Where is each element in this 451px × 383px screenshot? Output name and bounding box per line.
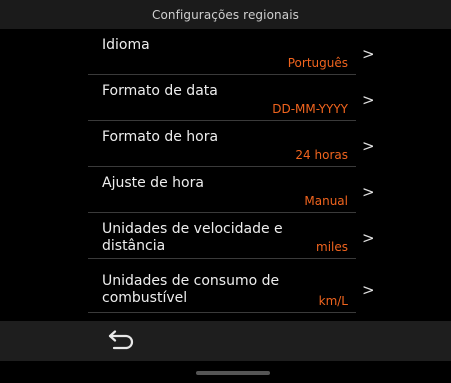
setting-item-speed-units[interactable]: Unidades de velocidade e distância miles [88, 215, 356, 259]
setting-item-date-format[interactable]: Formato de data DD-MM-YYYY [88, 77, 356, 121]
setting-label: Idioma [102, 37, 150, 53]
setting-label: Unidades de consumo de combustível [102, 273, 280, 306]
setting-value: miles [316, 240, 348, 254]
home-indicator[interactable] [196, 371, 270, 375]
back-arrow-icon [108, 330, 134, 350]
chevron-right-icon[interactable]: > [362, 91, 375, 109]
setting-label: Unidades de velocidade e distância [102, 221, 283, 254]
setting-label: Formato de data [102, 83, 218, 99]
setting-value: Manual [304, 194, 348, 208]
settings-list: Idioma Português > Formato de data DD-MM… [0, 29, 451, 321]
page-title: Configurações regionais [152, 7, 299, 22]
bottom-bar [0, 321, 451, 361]
chevron-right-icon[interactable]: > [362, 45, 375, 63]
setting-item-consumption-units[interactable]: Unidades de consumo de combustível km/L [88, 269, 356, 313]
chevron-right-icon[interactable]: > [362, 137, 375, 155]
setting-value: Português [287, 56, 348, 70]
title-bar: Configurações regionais [0, 0, 451, 29]
setting-value: 24 horas [295, 148, 348, 162]
setting-value: km/L [318, 294, 348, 308]
chevron-right-icon[interactable]: > [362, 281, 375, 299]
chevron-right-icon[interactable]: > [362, 229, 375, 247]
home-bar [0, 361, 451, 383]
back-button[interactable] [96, 327, 144, 355]
setting-value: DD-MM-YYYY [272, 102, 348, 116]
chevron-right-icon[interactable]: > [362, 183, 375, 201]
setting-item-time-adjust[interactable]: Ajuste de hora Manual [88, 169, 356, 213]
setting-label: Ajuste de hora [102, 175, 204, 191]
setting-item-language[interactable]: Idioma Português [88, 31, 356, 75]
setting-item-time-format[interactable]: Formato de hora 24 horas [88, 123, 356, 167]
setting-label: Formato de hora [102, 129, 219, 145]
